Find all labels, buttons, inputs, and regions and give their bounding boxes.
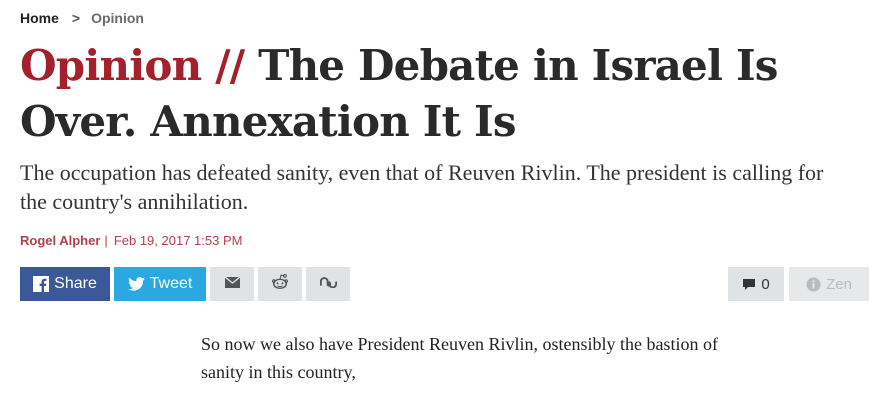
comments-button[interactable]: 0 — [728, 267, 784, 301]
comments-count: 0 — [761, 275, 770, 293]
envelope-icon — [224, 275, 240, 293]
info-icon — [806, 276, 821, 292]
email-share-button[interactable] — [210, 267, 254, 301]
twitter-icon — [127, 277, 145, 291]
author-link[interactable]: Rogel Alpher — [20, 233, 100, 248]
byline-separator: | — [104, 233, 108, 248]
facebook-share-label: Share — [54, 275, 97, 292]
reddit-icon — [271, 273, 289, 296]
headline-slashes: // — [215, 41, 245, 90]
breadcrumb: Home > Opinion — [20, 10, 144, 26]
zen-mode-label: Zen — [826, 275, 852, 293]
article-subtitle: The occupation has defeated sanity, even… — [20, 160, 824, 214]
breadcrumb-current[interactable]: Opinion — [91, 10, 144, 26]
byline: Rogel Alpher | Feb 19, 2017 1:53 PM — [20, 233, 242, 248]
facebook-icon — [33, 276, 50, 292]
stumbleupon-icon — [319, 275, 337, 293]
reddit-share-button[interactable] — [258, 267, 302, 301]
article-headline: Opinion // The Debate in Israel Is Over.… — [20, 38, 870, 150]
comment-bubble-icon — [742, 278, 756, 291]
stumbleupon-share-button[interactable] — [306, 267, 350, 301]
twitter-tweet-label: Tweet — [149, 275, 193, 292]
facebook-share-button[interactable]: Share — [20, 267, 110, 301]
twitter-tweet-button[interactable]: Tweet — [114, 267, 206, 301]
share-bar: Share Tweet 0 Zen — [20, 267, 870, 301]
zen-mode-button[interactable]: Zen — [789, 267, 869, 301]
publish-date: Feb 19, 2017 1:53 PM — [113, 233, 243, 248]
headline-section-label[interactable]: Opinion — [20, 41, 202, 90]
breadcrumb-separator: > — [71, 10, 81, 26]
article-first-paragraph: So now we also have President Reuven Riv… — [201, 334, 718, 382]
breadcrumb-home-link[interactable]: Home — [20, 10, 59, 26]
